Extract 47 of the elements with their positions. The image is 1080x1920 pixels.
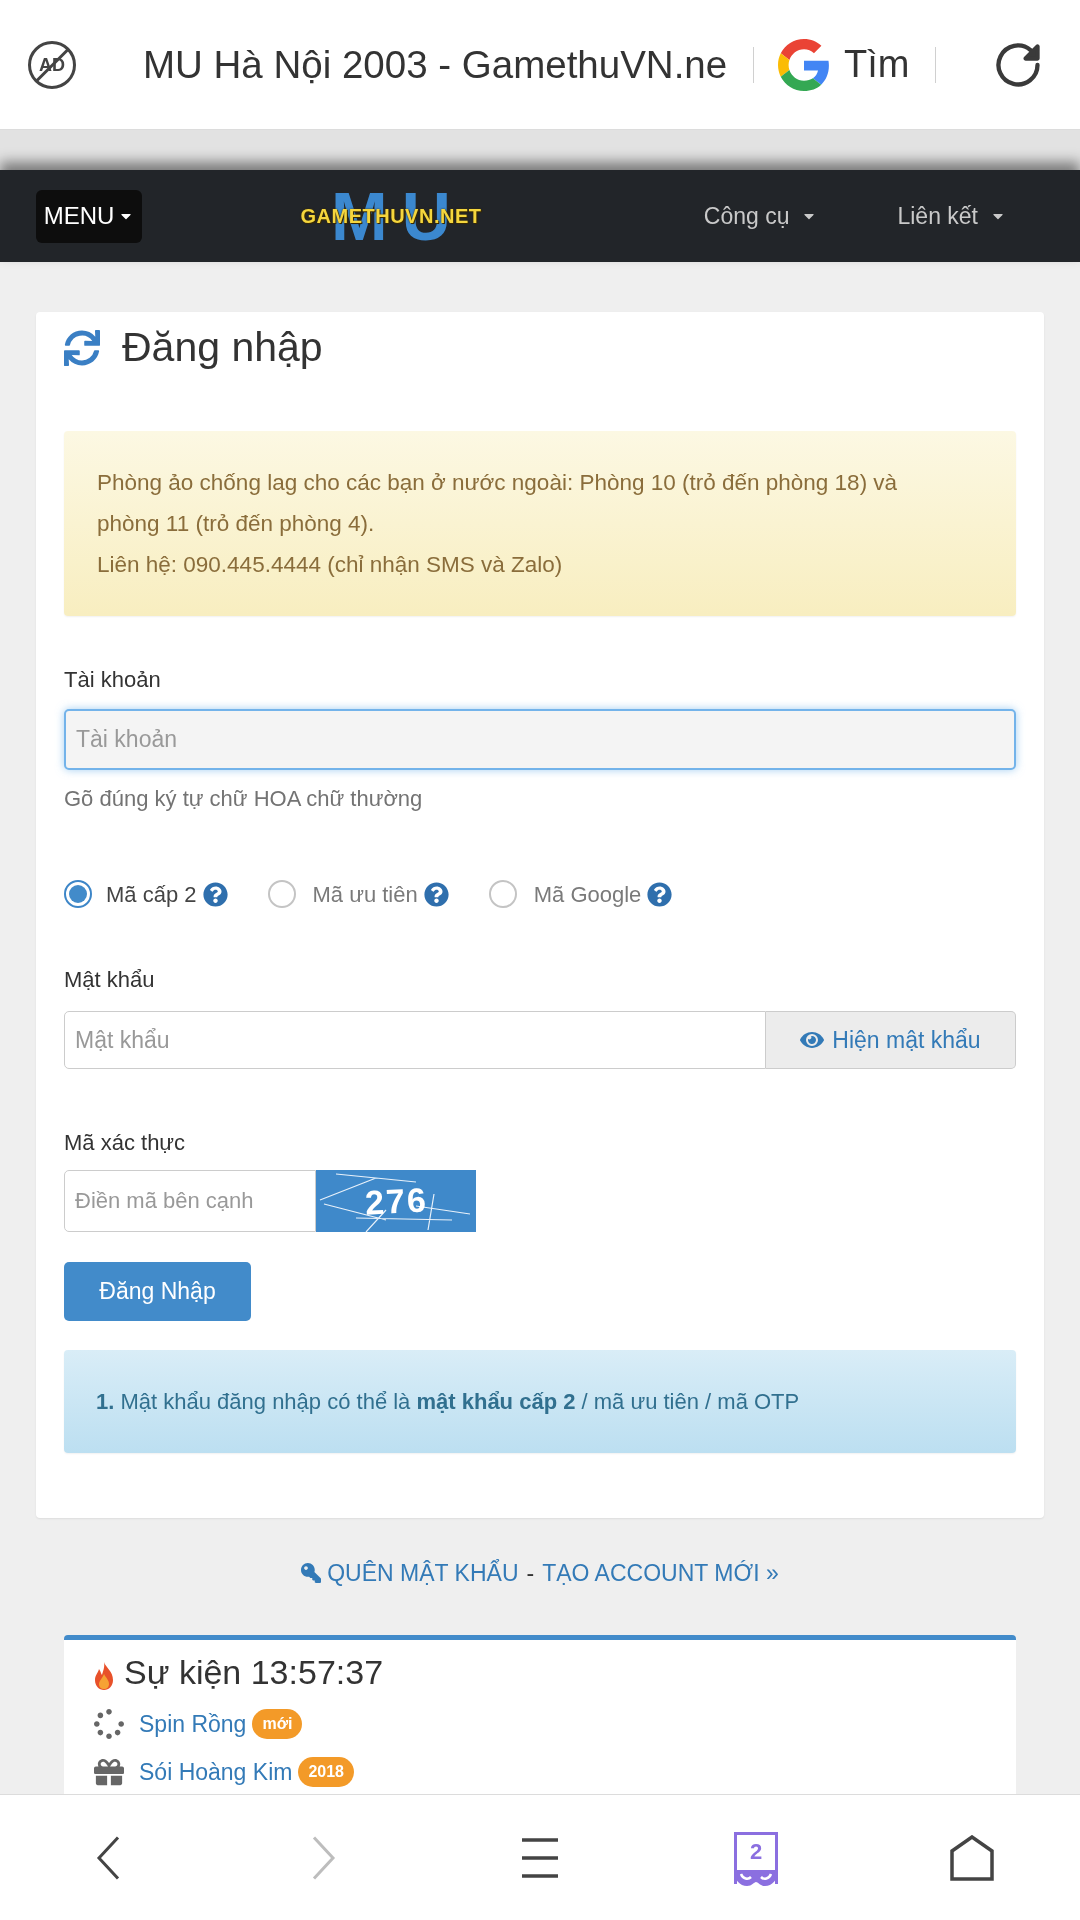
account-field[interactable]: Tài khoản [64,709,1016,770]
login-button[interactable]: Đăng Nhập [64,1262,251,1321]
refresh-icon [64,330,100,366]
radio-label[interactable]: Mã cấp 2 [106,877,197,911]
help-icon[interactable] [647,881,673,907]
notice-text: Phòng ảo chống lag cho các bạn ở nước ngoài: Phòng 10 (trỏ đến phòng 18) và phòng 11 (trỏ đến phòng 4). [97,469,899,538]
radio-button[interactable] [64,880,92,908]
spinner-icon [94,1709,124,1739]
info-text: 1. Mật khẩu đăng nhập có thể là mật khẩu cấp 2 / mã ưu tiên / mã OTP [96,1387,801,1416]
page-title[interactable]: MU Hà Nội 2003 - GamethuVN.ne [143,35,727,94]
link-separator: - [526,1558,535,1588]
captcha-image: 276 [316,1170,476,1232]
key-icon [301,1563,322,1583]
card-title: Đăng nhập [122,323,323,373]
field-label: Mã xác thực [64,1129,187,1157]
event-link[interactable]: Spin Rồng [139,1706,247,1742]
google-g-icon [778,38,830,91]
captcha-field[interactable]: Điền mã bên cạnh [64,1170,316,1232]
password-field[interactable]: Mật khẩu [64,1011,766,1069]
show-password-button[interactable]: Hiện mật khẩu [766,1011,1016,1069]
help-icon[interactable] [423,881,449,907]
radio-button[interactable] [267,880,296,908]
radio-label[interactable]: Mã ưu tiên [312,877,418,911]
tabs-button[interactable]: 2 [734,1831,778,1884]
help-icon[interactable] [202,881,228,907]
nav-dropdown-link[interactable]: Liên kết [897,198,1006,234]
events-title: Sự kiện 13:57:37 [124,1651,384,1693]
radio-button[interactable] [488,880,517,908]
create-account-link[interactable]: TẠO ACCOUNT MỚI » [542,1555,779,1591]
nav-dropdown-link[interactable]: Công cụ [703,198,818,234]
help-text: Gõ đúng ký tự chữ HOA chữ thường [64,785,424,813]
forgot-password-link[interactable]: QUÊN MẬT KHẨU [301,1555,519,1591]
notice-text: Liên hệ: 090.445.4444 (chỉ nhận SMS và Zalo) [97,551,564,579]
radio-label[interactable]: Mã Google [533,877,642,911]
flame-icon [94,1662,114,1690]
mask-icon [734,1869,778,1886]
gift-icon [94,1757,124,1787]
event-link[interactable]: Sói Hoàng Kim [139,1754,293,1790]
menu-icon[interactable] [522,1835,558,1880]
field-label: Mật khẩu [64,966,156,994]
menu-button[interactable]: MENU [36,189,142,243]
search-button[interactable]: Tìm [778,36,910,93]
event-badge: 2018 [298,1757,354,1787]
home-icon[interactable] [950,1834,994,1881]
chevron-left-icon[interactable] [96,1835,120,1880]
field-label: Tài khoản [64,666,162,694]
event-badge: mới [252,1709,303,1739]
